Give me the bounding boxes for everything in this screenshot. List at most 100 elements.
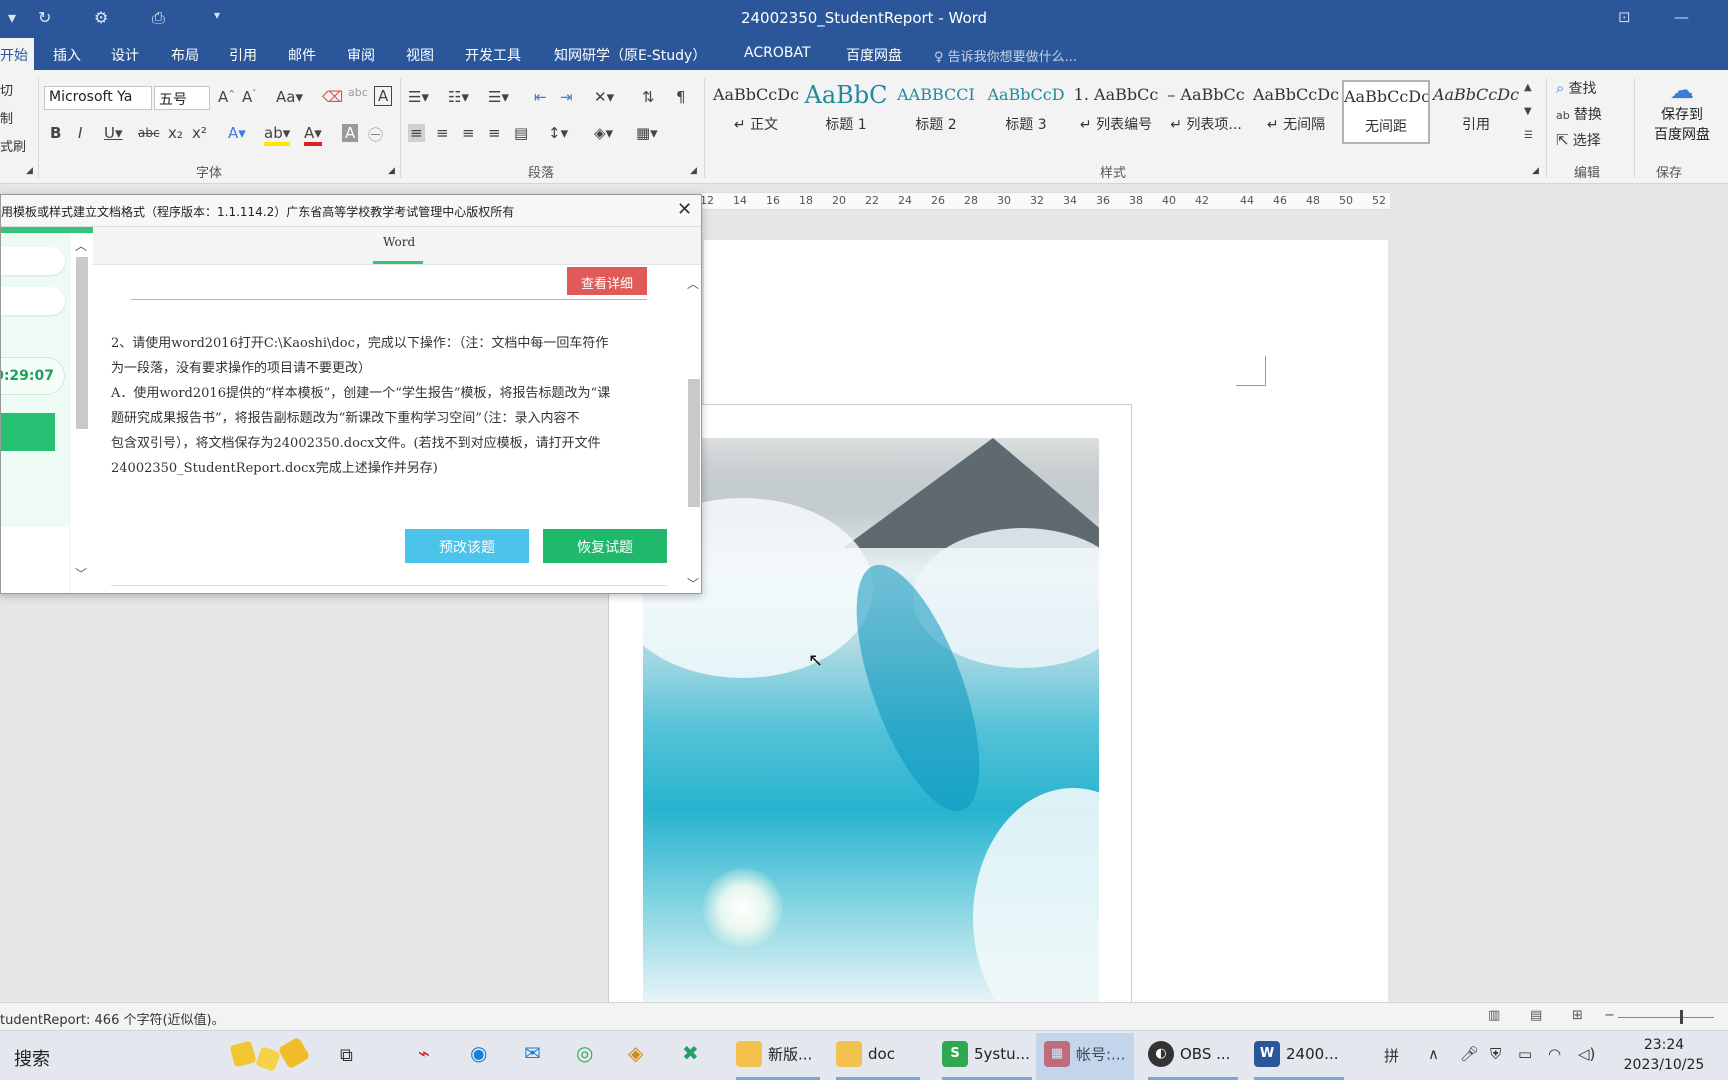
highlight-icon[interactable]: ab▾ (264, 124, 291, 146)
show-marks-icon[interactable]: ¶ (676, 88, 686, 106)
tab-baidu-netdisk[interactable]: 百度网盘 (846, 45, 902, 65)
char-shading-icon[interactable]: A (342, 124, 359, 142)
cut-button[interactable]: 切 (0, 80, 13, 99)
tell-me-search[interactable]: ♀ 告诉我你想要做什么... (934, 46, 1077, 65)
close-icon[interactable]: ✕ (677, 199, 692, 220)
tab-design[interactable]: 设计 (111, 45, 139, 65)
justify-icon[interactable]: ≡ (488, 124, 501, 142)
battery-icon[interactable]: ▭ (1518, 1045, 1532, 1063)
microphone-icon[interactable]: 🎤︎ (1460, 1045, 1479, 1063)
wifi-icon[interactable]: ◠ (1548, 1045, 1561, 1063)
style-list-number[interactable]: 1. AaBbCc ↵ 列表编号 (1072, 80, 1160, 144)
web-layout-icon[interactable]: ⊞ (1572, 1008, 1583, 1023)
tab-view[interactable]: 视图 (406, 45, 434, 65)
print-layout-icon[interactable]: ▤ (1530, 1008, 1542, 1023)
bold-icon[interactable]: B (50, 124, 61, 142)
taskbar-item[interactable]: doc (836, 1041, 895, 1073)
shrink-font-icon[interactable]: Aˇ (242, 88, 256, 106)
zoom-slider-knob[interactable] (1680, 1010, 1683, 1024)
sidebar-pill-button[interactable] (1, 287, 65, 315)
chevron-up-icon[interactable]: ∧ (1428, 1045, 1439, 1063)
read-mode-icon[interactable]: ▥ (1488, 1008, 1500, 1023)
taskbar-item[interactable]: 新版... (736, 1041, 812, 1073)
italic-icon[interactable]: I (78, 124, 82, 142)
security-icon[interactable]: ⛨ (1490, 1045, 1501, 1063)
align-left-icon[interactable]: ≡ (408, 124, 425, 142)
distributed-icon[interactable]: ▤ (514, 124, 528, 142)
font-launcher-icon[interactable]: ◢ (388, 166, 395, 176)
content-scrollbar[interactable]: ︿ ﹀ (685, 265, 701, 593)
ime-indicator[interactable]: 拼 (1384, 1045, 1399, 1066)
numbering-icon[interactable]: ☷▾ (448, 88, 469, 106)
styles-scroll-down-icon[interactable]: ▼ (1524, 106, 1532, 117)
style-no-spacing[interactable]: AaBbCcDc 无间距 (1342, 80, 1430, 144)
edge-icon[interactable]: ◉ (470, 1041, 487, 1065)
game-app-icon[interactable]: ◈ (628, 1041, 643, 1065)
taskbar-item[interactable]: S 5ystu... (942, 1041, 1030, 1073)
styles-scroll-up-icon[interactable]: ▲ (1524, 82, 1532, 93)
tab-references[interactable]: 引用 (229, 45, 257, 65)
volume-icon[interactable]: ◁) (1578, 1045, 1595, 1063)
tab-layout[interactable]: 布局 (171, 45, 199, 65)
style-list-bullet[interactable]: – AaBbCc ↵ 列表项... (1162, 80, 1250, 144)
chevron-down-icon[interactable]: ﹀ (687, 575, 699, 592)
taskbar-search[interactable]: 搜索 (14, 1045, 50, 1071)
submit-button[interactable] (1, 413, 55, 451)
multilevel-list-icon[interactable]: ☰▾ (488, 88, 509, 106)
tab-mailings[interactable]: 邮件 (288, 45, 316, 65)
style-normal[interactable]: AaBbCcDc ↵ 正文 (712, 80, 800, 144)
taskbar-item[interactable]: ◐ OBS ... (1148, 1041, 1230, 1073)
task-view-icon[interactable]: ⧉ (340, 1045, 353, 1066)
zoom-out-icon[interactable]: − (1604, 1008, 1615, 1023)
enclose-char-icon[interactable]: ㊀ (368, 124, 383, 145)
styles-more-icon[interactable]: ☰ (1524, 130, 1533, 141)
bullets-icon[interactable]: ☰▾ (408, 88, 429, 106)
zoom-slider[interactable] (1618, 1017, 1714, 1018)
acrobat-icon[interactable]: ⌁ (418, 1041, 430, 1065)
copy-button[interactable]: 制 (0, 108, 13, 127)
format-painter-button[interactable]: 式刷 (0, 136, 26, 155)
font-name-select[interactable]: Microsoft Ya (44, 86, 152, 110)
sort-icon[interactable]: ⇅ (642, 88, 655, 106)
mindmap-app-icon[interactable]: ✖ (682, 1041, 699, 1065)
taskbar-item[interactable]: W 2400... (1254, 1041, 1338, 1073)
borders-icon[interactable]: ▦▾ (636, 124, 658, 142)
view-detail-button[interactable]: 查看详细 (567, 267, 647, 295)
phonetic-guide-icon[interactable]: abc (348, 86, 368, 99)
glacier-photo[interactable] (643, 438, 1099, 1002)
style-heading-1[interactable]: AaBbC 标题 1 (802, 80, 890, 144)
find-button[interactable]: ⌕ 查找 (1556, 78, 1597, 98)
mail-icon[interactable]: ✉ (524, 1041, 541, 1065)
minimize-icon[interactable]: — (1674, 8, 1689, 26)
system-clock[interactable]: 23:24 2023/10/25 (1614, 1035, 1714, 1075)
sidebar-scrollbar[interactable]: ︿ ﹀ (73, 235, 91, 589)
font-size-select[interactable]: 五号 (154, 86, 210, 110)
chevron-down-icon[interactable]: ﹀ (75, 565, 87, 582)
tab-developer[interactable]: 开发工具 (465, 45, 521, 65)
line-spacing-icon[interactable]: ↕▾ (548, 124, 568, 142)
font-color-icon[interactable]: A▾ (304, 124, 322, 146)
tab-estudy[interactable]: 知网研学（原E-Study） (554, 45, 706, 65)
increase-indent-icon[interactable]: ⇥ (560, 88, 573, 106)
char-border-icon[interactable]: A (374, 86, 393, 106)
subscript-icon[interactable]: x₂ (168, 124, 183, 142)
replace-button[interactable]: ab 替换 (1556, 104, 1602, 124)
save-to-baidu-button[interactable]: ☁ 保存到 百度网盘 (1640, 76, 1724, 144)
style-quote[interactable]: AaBbCcDc 引用 (1432, 80, 1520, 144)
styles-launcher-icon[interactable]: ◢ (1532, 166, 1539, 176)
horizontal-ruler[interactable]: 12 14 16 18 20 22 24 26 28 30 32 34 36 3… (700, 192, 1390, 210)
tab-review[interactable]: 审阅 (347, 45, 375, 65)
select-button[interactable]: ⇱ 选择 (1556, 130, 1601, 150)
style-no-spacing-2[interactable]: AaBbCcDc ↵ 无间隔 (1252, 80, 1340, 144)
wechat-icon[interactable]: ◎ (576, 1041, 593, 1065)
clear-format-icon[interactable]: ⌫ (322, 88, 343, 106)
word-count-status[interactable]: tudentReport: 466 个字符(近似值)。 (0, 1009, 225, 1028)
tab-home[interactable]: 开始 (0, 38, 34, 70)
chevron-up-icon[interactable]: ︿ (75, 237, 87, 254)
scroll-thumb[interactable] (688, 379, 700, 507)
align-right-icon[interactable]: ≡ (462, 124, 475, 142)
change-case-icon[interactable]: Aa▾ (276, 88, 303, 106)
text-effects-icon[interactable]: A▾ (228, 124, 246, 142)
decrease-indent-icon[interactable]: ⇤ (534, 88, 547, 106)
style-heading-3[interactable]: AaBbCcD 标题 3 (982, 80, 1070, 144)
